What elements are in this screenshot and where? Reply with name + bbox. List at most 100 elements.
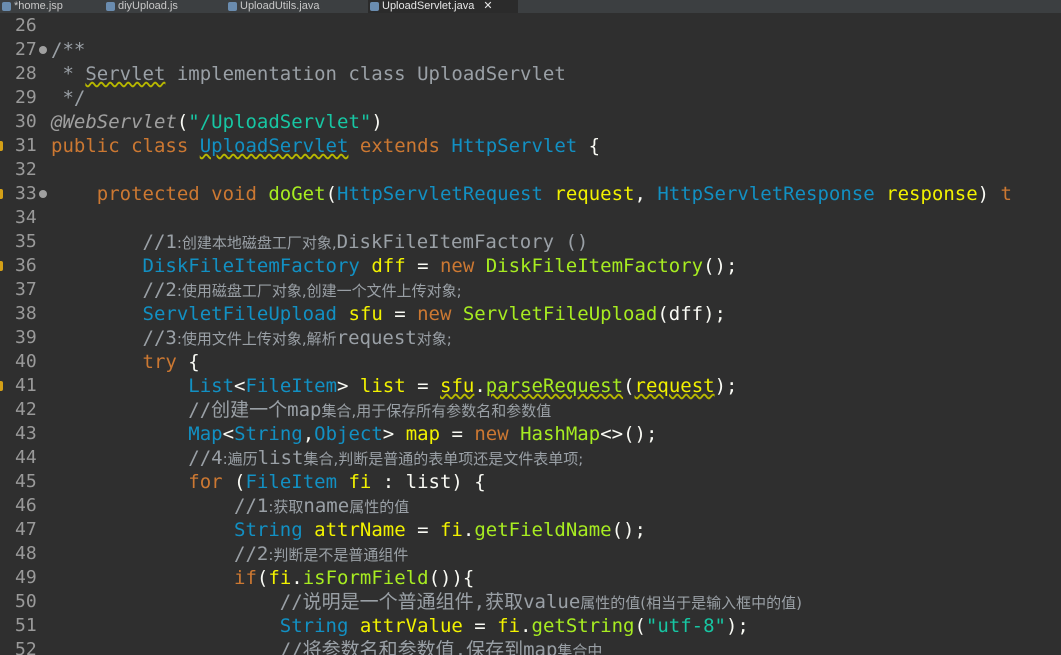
- code-token: <: [234, 375, 246, 397]
- code-editor[interactable]: 26 27/** 28 * Servlet implementation class…: [0, 13, 1061, 655]
- code-line[interactable]: 36 DiskFileItemFactory dff = new DiskFil…: [0, 254, 1061, 278]
- code-token: //3: [142, 327, 177, 349]
- code-token: UploadServlet: [199, 135, 349, 157]
- code-text: String attrValue = fi.getString("utf-8")…: [51, 614, 749, 638]
- tab-diyupload-js[interactable]: diyUpload.js: [104, 0, 220, 13]
- code-token: //将参数名和参数值,保存到map: [279, 639, 558, 655]
- code-line[interactable]: 40 try {: [0, 350, 1061, 374]
- warning-marker-icon[interactable]: [0, 261, 3, 271]
- code-line[interactable]: 46 //1:获取name属性的值: [0, 494, 1061, 518]
- code-line[interactable]: 50 //说明是一个普通组件,获取value属性的值(相当于是输入框中的值): [0, 590, 1061, 614]
- code-text: * Servlet implementation class UploadSer…: [51, 62, 565, 86]
- code-token: .: [462, 519, 475, 541]
- code-line[interactable]: 29 */: [0, 86, 1061, 110]
- code-line[interactable]: 34: [0, 206, 1061, 230]
- line-number: 44: [15, 447, 37, 468]
- code-token: new: [439, 255, 486, 277]
- code-line[interactable]: 26: [0, 14, 1061, 38]
- tab-home-jsp[interactable]: *home.jsp: [0, 0, 96, 13]
- code-token: fi: [497, 615, 521, 637]
- warning-marker-icon[interactable]: [0, 189, 3, 199]
- tab-label: *home.jsp: [14, 0, 63, 12]
- code-token: new: [417, 303, 463, 325]
- tab-uploadutils-java[interactable]: UploadUtils.java: [226, 0, 362, 13]
- code-line[interactable]: 51 String attrValue = fi.getString("utf-…: [0, 614, 1061, 638]
- code-token: );: [725, 615, 749, 637]
- code-token: //4: [188, 447, 223, 469]
- code-token: list: [257, 447, 304, 469]
- code-line[interactable]: 43 Map<String,Object> map = new HashMap<…: [0, 422, 1061, 446]
- code-line[interactable]: 38 ServletFileUpload sfu = new ServletFi…: [0, 302, 1061, 326]
- warning-marker-icon[interactable]: [0, 141, 3, 151]
- line-number: 41: [15, 375, 37, 396]
- code-token: (: [623, 375, 635, 397]
- code-token: .: [474, 375, 486, 397]
- code-line[interactable]: 52 //将参数名和参数值,保存到map集合中: [0, 638, 1061, 655]
- code-line[interactable]: 39 //3:使用文件上传对象,解析request对象;: [0, 326, 1061, 350]
- line-number: 46: [15, 495, 37, 516]
- code-token: name: [303, 495, 350, 517]
- code-line[interactable]: 30 @WebServlet("/UploadServlet"): [0, 110, 1061, 134]
- code-line[interactable]: 31 public class UploadServlet extends Htt…: [0, 134, 1061, 158]
- code-line[interactable]: 32: [0, 158, 1061, 182]
- code-line[interactable]: 45 for (FileItem fi : list) {: [0, 470, 1061, 494]
- code-text: //1:创建本地磁盘工厂对象,DiskFileItemFactory (): [51, 230, 589, 255]
- code-token: String: [234, 423, 303, 445]
- code-token: for: [188, 471, 223, 493]
- fold-toggle-icon[interactable]: [39, 46, 47, 54]
- code-token: getFieldName: [474, 519, 612, 541]
- code-line[interactable]: 33 protected void doGet(HttpServletReque…: [0, 182, 1061, 206]
- code-line[interactable]: 42 //创建一个map集合,用于保存所有参数名和参数值: [0, 398, 1061, 422]
- code-token: attrValue: [359, 615, 463, 637]
- code-line[interactable]: 35 //1:创建本地磁盘工厂对象,DiskFileItemFactory (): [0, 230, 1061, 254]
- line-number: 47: [15, 519, 37, 540]
- code-line[interactable]: 41 List<FileItem> list = sfu.parseReques…: [0, 374, 1061, 398]
- line-number: 52: [15, 639, 37, 655]
- code-line[interactable]: 48 //2:判断是不是普通组件: [0, 542, 1061, 566]
- code-token: isFormField: [302, 567, 429, 589]
- warning-marker-icon[interactable]: [0, 381, 3, 391]
- code-line[interactable]: 49 if(fi.isFormField()){: [0, 566, 1061, 590]
- code-token: (: [325, 183, 338, 205]
- code-token: if: [234, 567, 257, 589]
- code-line[interactable]: 28 * Servlet implementation class Upload…: [0, 62, 1061, 86]
- line-number: 50: [15, 591, 37, 612]
- code-text: @WebServlet("/UploadServlet"): [51, 110, 383, 134]
- code-token: getString: [531, 615, 635, 637]
- code-line[interactable]: 37 //2:使用磁盘工厂对象,创建一个文件上传对象;: [0, 278, 1061, 302]
- close-tab-icon[interactable]: ✕: [483, 0, 492, 12]
- java-file-icon: [228, 2, 237, 11]
- code-token: FileItem: [245, 375, 338, 397]
- code-token: String: [279, 615, 349, 637]
- code-token: fi: [348, 471, 372, 493]
- line-number: 43: [15, 423, 37, 444]
- code-token: fi: [439, 519, 463, 541]
- code-token: try: [142, 351, 177, 373]
- code-token: "/UploadServlet": [188, 111, 372, 133]
- editor-tab-bar: *home.jsp diyUpload.js UploadUtils.java …: [0, 0, 1061, 13]
- code-text: List<FileItem> list = sfu.parseRequest(r…: [51, 374, 737, 398]
- tab-uploadservlet-java[interactable]: UploadServlet.java ✕: [368, 0, 518, 13]
- code-line[interactable]: 27/**: [0, 38, 1061, 62]
- code-line[interactable]: 47 String attrName = fi.getFieldName();: [0, 518, 1061, 542]
- fold-toggle-icon[interactable]: [39, 190, 47, 198]
- line-number: 34: [15, 207, 37, 228]
- code-token: Map: [188, 423, 223, 445]
- line-number: 38: [15, 303, 37, 324]
- code-token: String: [234, 519, 303, 541]
- line-number: 30: [15, 111, 37, 132]
- code-text: public class UploadServlet extends HttpS…: [51, 134, 600, 158]
- code-token: HttpServletResponse: [657, 183, 875, 205]
- code-line[interactable]: 44 //4:遍历list集合,判断是普通的表单项还是文件表单项;: [0, 446, 1061, 470]
